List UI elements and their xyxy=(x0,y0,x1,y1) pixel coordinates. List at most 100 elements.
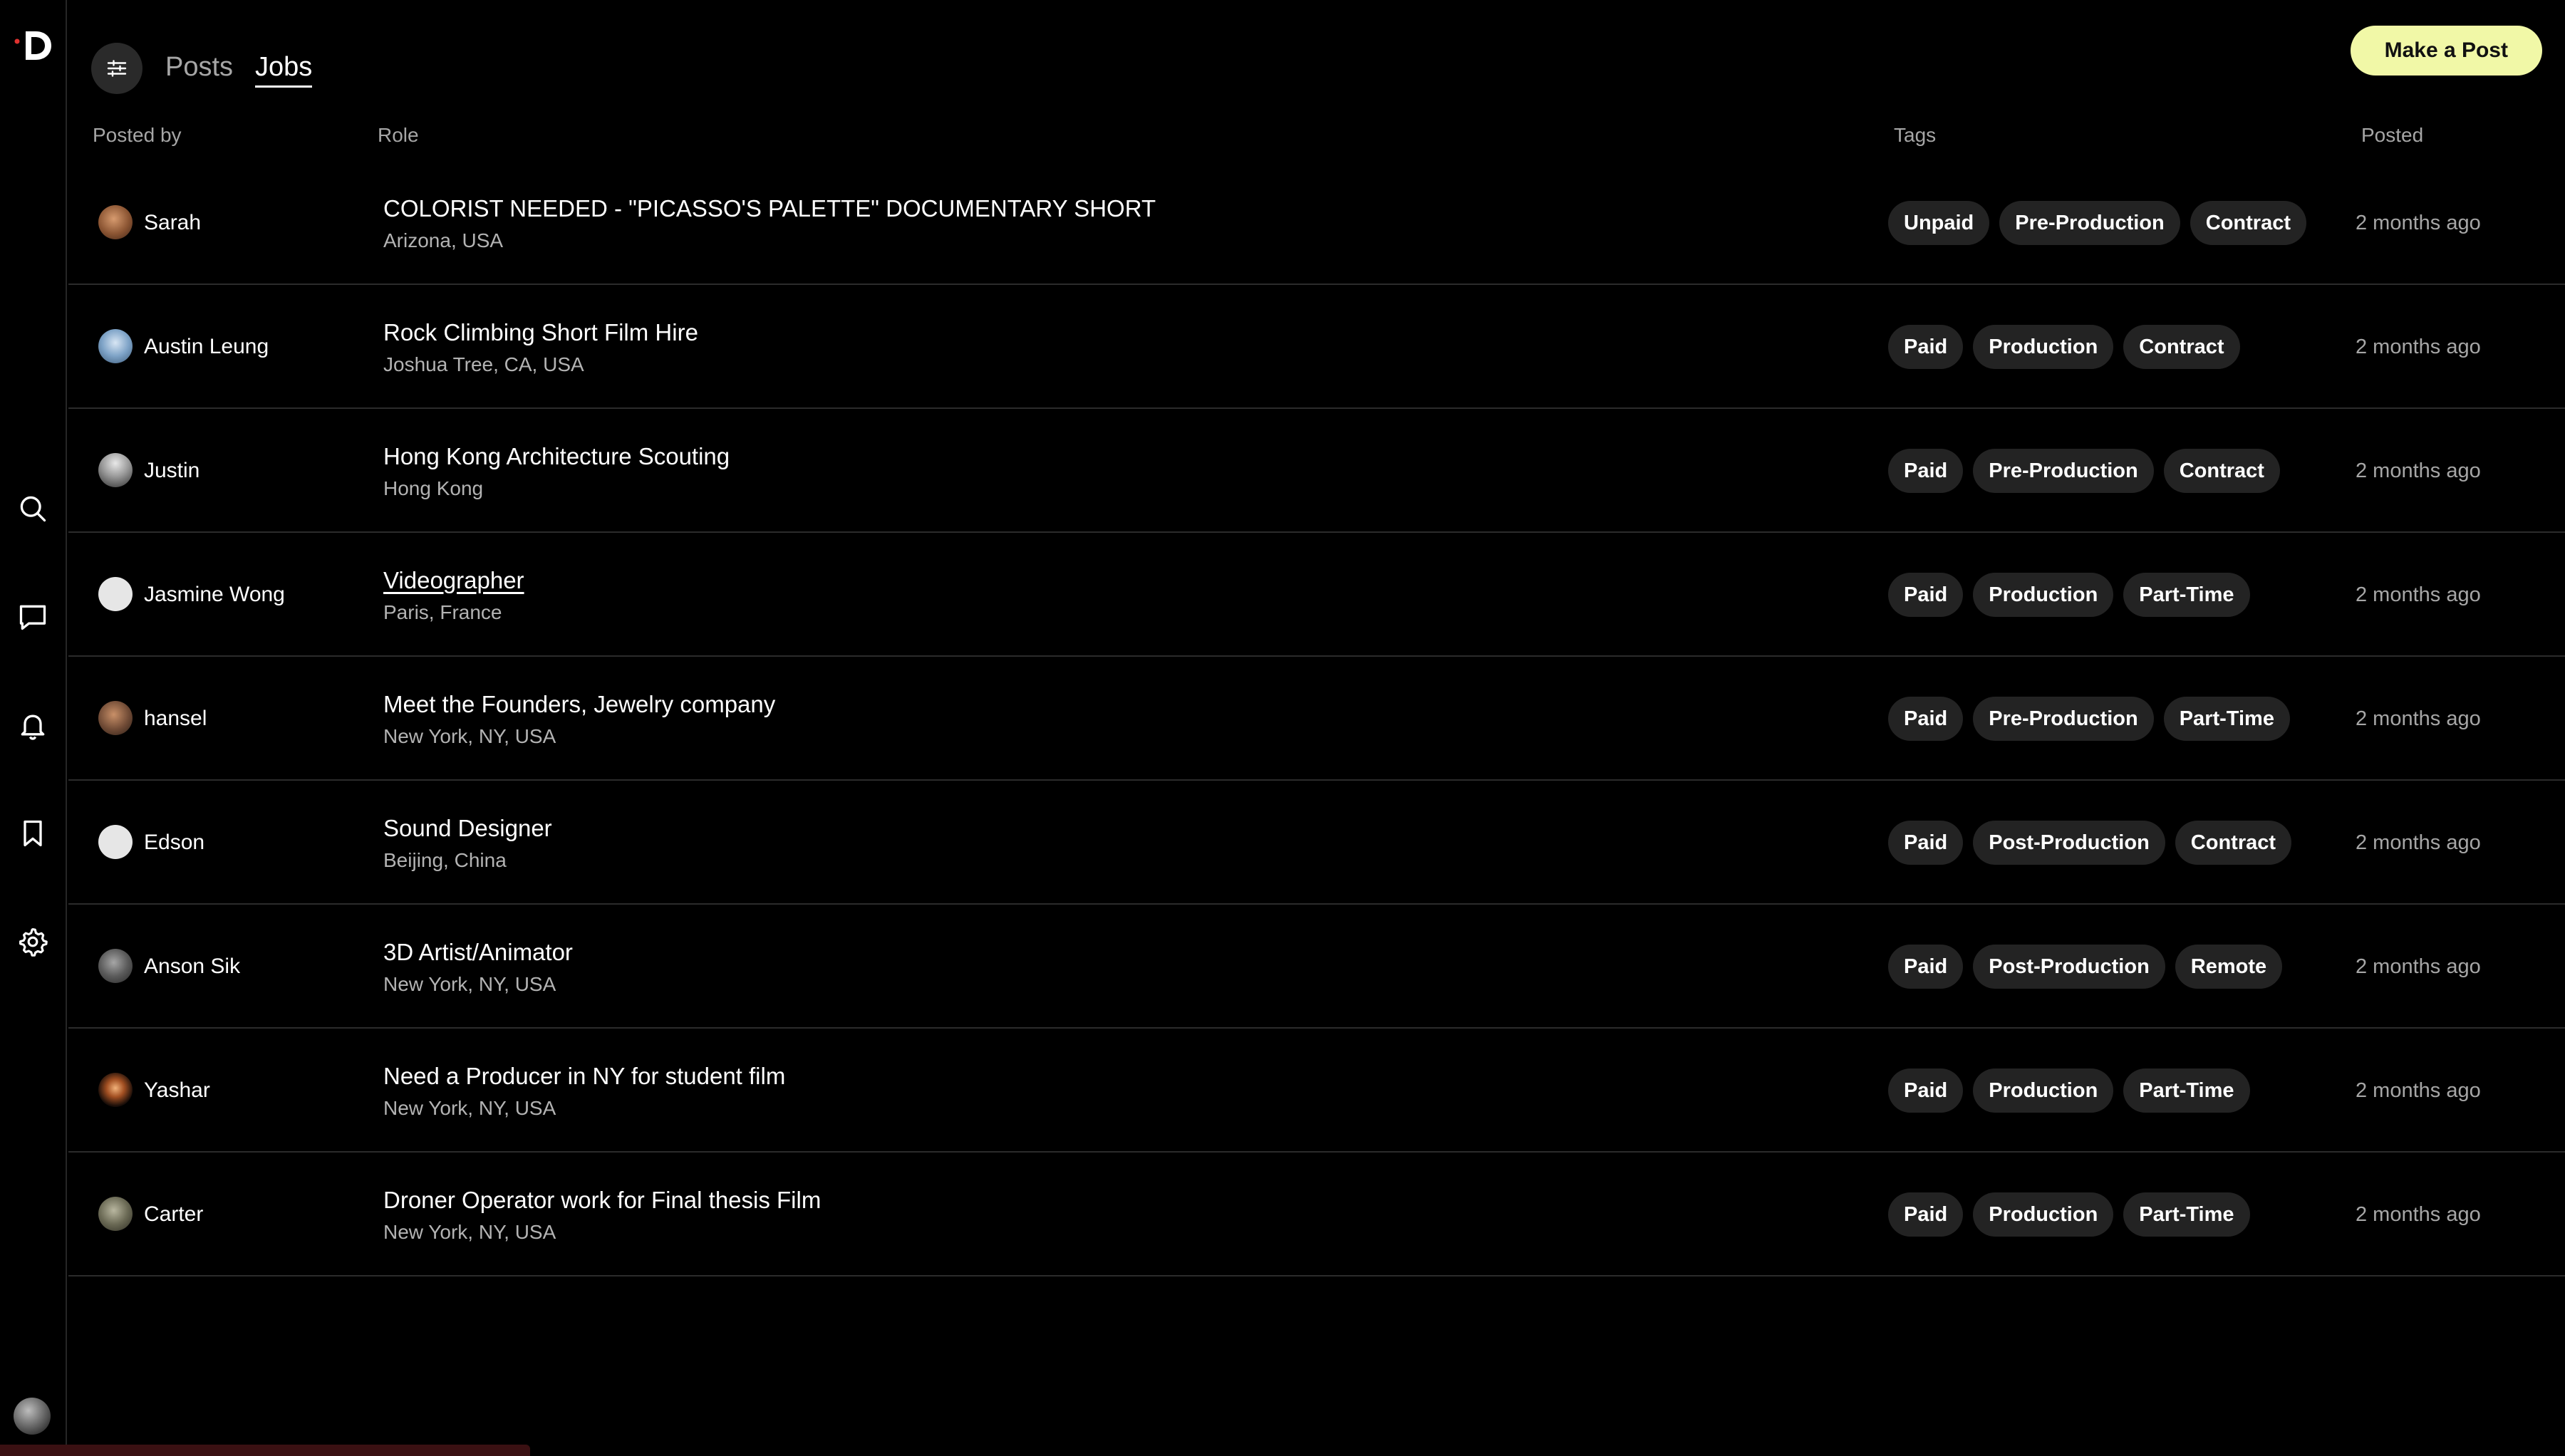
tag[interactable]: Post-Production xyxy=(1973,821,2165,865)
avatar xyxy=(98,949,133,983)
sliders-icon xyxy=(107,60,127,77)
job-location: New York, NY, USA xyxy=(383,725,556,747)
jobs-table: Sarah COLORIST NEEDED - "PICASSO'S PALET… xyxy=(68,161,2565,1276)
column-header-role: Role xyxy=(378,124,419,146)
tag-list: Paid Post-Production Remote xyxy=(1888,945,2283,989)
sidebar xyxy=(0,0,67,1456)
job-title-link[interactable]: Droner Operator work for Final thesis Fi… xyxy=(383,1185,821,1215)
tag[interactable]: Part-Time xyxy=(2123,573,2250,617)
poster-name: Edson xyxy=(144,831,205,854)
main-content: Posts Jobs Make a Post Posted by Role Ta… xyxy=(68,0,2565,1456)
avatar xyxy=(98,205,133,239)
search-icon[interactable] xyxy=(16,492,50,526)
tag[interactable]: Pre-Production xyxy=(1973,449,2154,493)
tag[interactable]: Production xyxy=(1973,1068,2114,1113)
tag[interactable]: Unpaid xyxy=(1888,201,1990,245)
tab-posts[interactable]: Posts xyxy=(165,50,233,84)
job-title-link[interactable]: Videographer xyxy=(383,566,524,596)
tag[interactable]: Part-Time xyxy=(2123,1192,2250,1237)
job-title-link[interactable]: COLORIST NEEDED - "PICASSO'S PALETTE" DO… xyxy=(383,194,1156,224)
poster-name: Austin Leung xyxy=(144,335,269,358)
bookmark-icon[interactable] xyxy=(16,816,50,851)
gear-icon[interactable] xyxy=(16,925,50,959)
bell-icon[interactable] xyxy=(16,708,50,742)
poster-name: Yashar xyxy=(144,1078,210,1102)
tag[interactable]: Paid xyxy=(1888,1068,1964,1113)
tag[interactable]: Part-Time xyxy=(2123,1068,2250,1113)
job-location: Beijing, China xyxy=(383,849,507,871)
tag[interactable]: Paid xyxy=(1888,325,1964,369)
filter-button[interactable] xyxy=(91,43,142,94)
table-row[interactable]: hansel Meet the Founders, Jewelry compan… xyxy=(68,657,2565,781)
tag[interactable]: Paid xyxy=(1888,449,1964,493)
tag[interactable]: Remote xyxy=(2175,945,2283,989)
tag-list: Paid Pre-Production Part-Time xyxy=(1888,697,2290,741)
avatar xyxy=(98,453,133,487)
tab-jobs[interactable]: Jobs xyxy=(255,50,313,88)
job-title-link[interactable]: Hong Kong Architecture Scouting xyxy=(383,442,730,472)
posted-time: 2 months ago xyxy=(2356,336,2481,358)
job-title-link[interactable]: Need a Producer in NY for student film xyxy=(383,1061,785,1091)
job-location: New York, NY, USA xyxy=(383,1097,556,1119)
message-icon[interactable] xyxy=(16,600,50,634)
table-row[interactable]: Justin Hong Kong Architecture Scouting H… xyxy=(68,409,2565,533)
table-row[interactable]: Edson Sound Designer Beijing, China Paid… xyxy=(68,781,2565,905)
posted-time: 2 months ago xyxy=(2356,831,2481,854)
column-header-tags: Tags xyxy=(1894,124,1937,146)
tag-list: Unpaid Pre-Production Contract xyxy=(1888,201,2306,245)
tag[interactable]: Pre-Production xyxy=(1973,697,2154,741)
tag[interactable]: Paid xyxy=(1888,697,1964,741)
tag[interactable]: Contract xyxy=(2163,449,2280,493)
job-title-link[interactable]: Sound Designer xyxy=(383,813,552,843)
tag-list: Paid Production Part-Time xyxy=(1888,1192,2250,1237)
tag[interactable]: Part-Time xyxy=(2163,697,2290,741)
make-post-button[interactable]: Make a Post xyxy=(2350,26,2542,76)
avatar xyxy=(98,577,133,611)
table-row[interactable]: Sarah COLORIST NEEDED - "PICASSO'S PALET… xyxy=(68,161,2565,285)
d-logo-icon[interactable] xyxy=(13,26,58,66)
table-row[interactable]: Carter Droner Operator work for Final th… xyxy=(68,1153,2565,1276)
tag[interactable]: Production xyxy=(1973,325,2114,369)
posted-time: 2 months ago xyxy=(2356,955,2481,978)
tag[interactable]: Contract xyxy=(2123,325,2240,369)
tag-list: Paid Production Part-Time xyxy=(1888,573,2250,617)
tag[interactable]: Paid xyxy=(1888,573,1964,617)
avatar xyxy=(98,701,133,735)
status-bar xyxy=(0,1445,530,1456)
avatar xyxy=(98,825,133,859)
tag-list: Paid Post-Production Contract xyxy=(1888,821,2292,865)
tag[interactable]: Pre-Production xyxy=(1999,201,2180,245)
tag[interactable]: Paid xyxy=(1888,1192,1964,1237)
posted-time: 2 months ago xyxy=(2356,212,2481,234)
poster-name: Anson Sik xyxy=(144,955,241,978)
tag[interactable]: Contract xyxy=(2175,821,2292,865)
tag[interactable]: Contract xyxy=(2190,201,2306,245)
job-location: Joshua Tree, CA, USA xyxy=(383,353,584,375)
table-row[interactable]: Austin Leung Rock Climbing Short Film Hi… xyxy=(68,285,2565,409)
poster-name: Justin xyxy=(144,459,200,482)
tag[interactable]: Post-Production xyxy=(1973,945,2165,989)
avatar xyxy=(98,1073,133,1107)
column-header-posted-by: Posted by xyxy=(93,124,182,146)
table-row[interactable]: Jasmine Wong Videographer Paris, France … xyxy=(68,533,2565,657)
job-title-link[interactable]: Meet the Founders, Jewelry company xyxy=(383,690,775,719)
tag-list: Paid Production Part-Time xyxy=(1888,1068,2250,1113)
job-title-link[interactable]: 3D Artist/Animator xyxy=(383,937,573,967)
user-avatar[interactable] xyxy=(14,1398,51,1435)
poster-name: hansel xyxy=(144,707,207,730)
posted-time: 2 months ago xyxy=(2356,1079,2481,1102)
tag[interactable]: Production xyxy=(1973,1192,2114,1237)
job-title-link[interactable]: Rock Climbing Short Film Hire xyxy=(383,318,698,348)
posted-time: 2 months ago xyxy=(2356,707,2481,730)
table-row[interactable]: Anson Sik 3D Artist/Animator New York, N… xyxy=(68,905,2565,1029)
job-location: Arizona, USA xyxy=(383,229,504,251)
job-location: New York, NY, USA xyxy=(383,973,556,995)
tag[interactable]: Production xyxy=(1973,573,2114,617)
table-row[interactable]: Yashar Need a Producer in NY for student… xyxy=(68,1029,2565,1153)
poster-name: Sarah xyxy=(144,211,202,234)
tag[interactable]: Paid xyxy=(1888,821,1964,865)
poster-name: Jasmine Wong xyxy=(144,583,285,606)
tag-list: Paid Production Contract xyxy=(1888,325,2240,369)
avatar xyxy=(98,329,133,363)
tag[interactable]: Paid xyxy=(1888,945,1964,989)
